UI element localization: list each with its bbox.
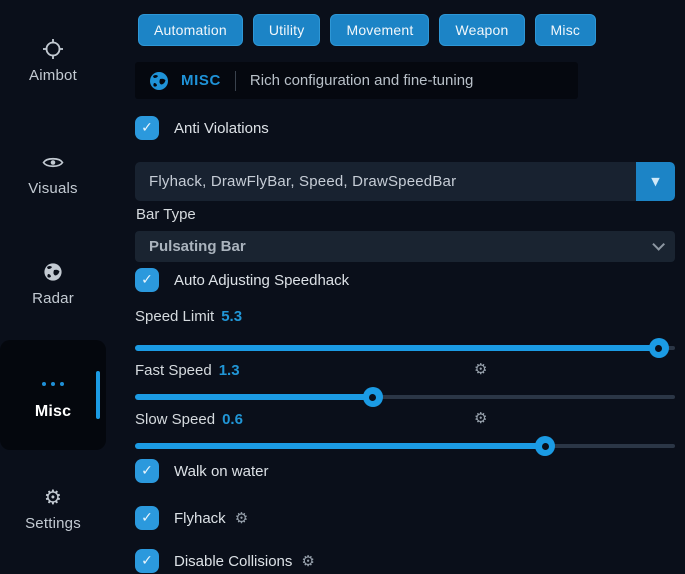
tab-movement[interactable]: Movement — [330, 14, 429, 46]
eye-icon — [0, 151, 106, 173]
tab-weapon[interactable]: Weapon — [439, 14, 524, 46]
slider-value: 0.6 — [222, 411, 243, 428]
auto-adjusting-checkbox[interactable]: ✓ — [135, 268, 159, 292]
fast-speed-slider[interactable] — [135, 387, 675, 407]
gear-icon[interactable]: ⚙ — [235, 509, 248, 527]
globe-icon — [149, 71, 169, 91]
disable-collisions-checkbox[interactable]: ✓ — [135, 549, 159, 573]
checkbox-label: Flyhack — [174, 510, 226, 527]
sidebar-item-label: Radar — [0, 290, 106, 307]
chevron-down-icon — [652, 238, 665, 251]
anti-violations-row: ✓ Anti Violations — [135, 115, 269, 141]
checkbox-label: Disable Collisions — [174, 553, 292, 570]
slider-label: Slow Speed — [135, 411, 215, 428]
crosshair-icon — [0, 38, 106, 60]
checkmark-icon: ✓ — [141, 272, 153, 288]
sidebar-item-visuals[interactable]: Visuals — [0, 151, 106, 197]
slider-value: 5.3 — [221, 308, 242, 325]
checkbox-label: Walk on water — [174, 463, 268, 480]
speed-limit-slider[interactable] — [135, 338, 675, 358]
tab-misc[interactable]: Misc — [535, 14, 597, 46]
slider-label: Fast Speed — [135, 362, 212, 379]
sidebar-item-aimbot[interactable]: Aimbot — [0, 38, 106, 84]
checkmark-icon: ✓ — [141, 463, 153, 479]
flyhack-checkbox[interactable]: ✓ — [135, 506, 159, 530]
walk-on-water-row: ✓ Walk on water — [135, 458, 268, 484]
slider-label: Speed Limit — [135, 308, 214, 325]
checkmark-icon: ✓ — [141, 510, 153, 526]
bar-type-value: Pulsating Bar — [149, 238, 246, 255]
globe-icon — [0, 261, 106, 283]
sidebar-item-radar[interactable]: Radar — [0, 261, 106, 307]
disable-collisions-row: ✓ Disable Collisions ⚙ — [135, 548, 315, 574]
gear-icon[interactable]: ⚙ — [474, 409, 487, 427]
sidebar-item-settings[interactable]: ⚙ Settings — [0, 486, 106, 532]
divider — [235, 71, 236, 91]
speed-limit-label-row: Speed Limit 5.3 — [135, 308, 242, 325]
gear-icon: ⚙ — [0, 486, 106, 508]
main-panel: Automation Utility Movement Weapon Misc … — [133, 0, 685, 563]
sidebar-item-label: Visuals — [0, 180, 106, 197]
flyhack-row: ✓ Flyhack ⚙ — [135, 505, 248, 531]
bar-multiselect[interactable]: Flyhack, DrawFlyBar, Speed, DrawSpeedBar… — [135, 162, 675, 201]
bar-type-select[interactable]: Pulsating Bar — [135, 231, 675, 262]
arrow-down-icon: ▼ — [651, 175, 659, 188]
section-header: MISC Rich configuration and fine-tuning — [135, 62, 578, 99]
active-indicator-bar — [96, 371, 100, 419]
multiselect-value: Flyhack, DrawFlyBar, Speed, DrawSpeedBar — [135, 173, 636, 190]
slider-fill — [135, 345, 659, 351]
ellipsis-icon — [0, 373, 106, 395]
category-tabs: Automation Utility Movement Weapon Misc — [138, 14, 596, 46]
tab-automation[interactable]: Automation — [138, 14, 243, 46]
gear-icon[interactable]: ⚙ — [474, 360, 487, 378]
sidebar-item-label: Misc — [0, 403, 106, 421]
sidebar-item-misc[interactable]: Misc — [0, 340, 106, 450]
section-title: MISC — [181, 72, 221, 89]
slider-thumb[interactable] — [363, 387, 383, 407]
auto-adjusting-row: ✓ Auto Adjusting Speedhack — [135, 267, 349, 293]
slider-fill — [135, 394, 373, 400]
checkbox-label: Auto Adjusting Speedhack — [174, 272, 349, 289]
slow-speed-label-row: Slow Speed 0.6 ⚙ — [135, 411, 243, 428]
slow-speed-slider[interactable] — [135, 436, 675, 456]
checkmark-icon: ✓ — [141, 553, 153, 569]
multiselect-dropdown-button[interactable]: ▼ — [636, 162, 675, 201]
gear-icon[interactable]: ⚙ — [301, 552, 314, 570]
anti-violations-checkbox[interactable]: ✓ — [135, 116, 159, 140]
slider-value: 1.3 — [219, 362, 240, 379]
section-subtitle: Rich configuration and fine-tuning — [250, 72, 473, 89]
bar-type-label: Bar Type — [136, 206, 196, 223]
checkmark-icon: ✓ — [141, 120, 153, 136]
checkbox-label: Anti Violations — [174, 120, 269, 137]
slider-thumb[interactable] — [535, 436, 555, 456]
slider-thumb[interactable] — [649, 338, 669, 358]
slider-fill — [135, 443, 545, 449]
fast-speed-label-row: Fast Speed 1.3 ⚙ — [135, 362, 240, 379]
tab-utility[interactable]: Utility — [253, 14, 321, 46]
walk-on-water-checkbox[interactable]: ✓ — [135, 459, 159, 483]
sidebar: Aimbot Visuals Radar Misc ⚙ — [0, 0, 133, 563]
sidebar-item-label: Settings — [0, 515, 106, 532]
sidebar-item-label: Aimbot — [0, 67, 106, 84]
